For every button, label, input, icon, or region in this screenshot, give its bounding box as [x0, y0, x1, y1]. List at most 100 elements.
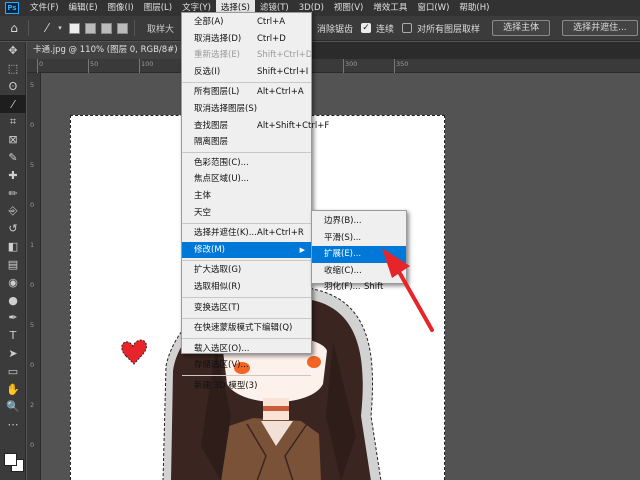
select-subject-button[interactable]: 选择主体 [492, 20, 551, 36]
ruler-horizontal[interactable]: 050100150200250300350 [27, 59, 640, 73]
heart-shape [121, 339, 147, 365]
neck-stripe [263, 406, 289, 411]
menu-bar: Ps 文件(F) 编辑(E) 图像(I) 图层(L) 文字(Y) 选择(S) 滤镜(T) 3D… [0, 0, 640, 16]
history-brush-icon[interactable]: ↺ [0, 220, 26, 238]
type-icon[interactable]: T [0, 327, 26, 345]
select-and-mask-button[interactable]: 选择并遮住... [562, 20, 638, 36]
dodge-icon[interactable]: ● [0, 291, 26, 309]
menu-option-label: 焦点区域(U)... [194, 174, 249, 185]
ruler-vertical[interactable]: 5050105020 [27, 73, 41, 480]
eraser-icon[interactable]: ◧ [0, 238, 26, 256]
sample-all-layers-checkbox[interactable] [402, 23, 413, 33]
ruler-label: 350 [396, 60, 409, 68]
eyedropper-icon[interactable]: ✎ [0, 149, 26, 167]
crop-icon[interactable]: ⌗ [0, 113, 26, 131]
zoom-icon[interactable]: 🔍 [0, 398, 26, 416]
menu-option-label: 扩展(E)... [324, 249, 362, 260]
menu-option[interactable]: 色彩范围(C)... [182, 155, 311, 172]
menu-option-label: 取消选择图层(S) [194, 103, 258, 114]
ruler-tick [394, 59, 395, 73]
menu-option[interactable]: 羽化(F)... Shift [312, 279, 406, 296]
menu-option-label: 扩大选取(G) [194, 265, 242, 276]
sample-size-label: 取样大 [147, 24, 175, 35]
healing-icon[interactable]: ✚ [0, 167, 26, 185]
brush-icon[interactable]: ✏ [0, 184, 26, 202]
color-swatches[interactable] [4, 447, 24, 475]
contiguous-checkbox[interactable]: ✓ [361, 23, 372, 33]
menu-separator [182, 297, 311, 298]
menu-option[interactable]: 变换选区(T) [182, 300, 311, 317]
menu-option: 重新选择(E) Shift+Ctrl+D [182, 47, 313, 64]
menu-item[interactable]: 帮助(H) [454, 0, 494, 16]
menu-item[interactable]: 窗口(W) [412, 0, 454, 16]
menu-option-label: 隔离图层 [194, 137, 229, 148]
menu-option[interactable]: 所有图层(L) Alt+Ctrl+A [182, 84, 311, 101]
select-menu: 全部(A) Ctrl+A 取消选择(D) Ctrl+D 重新选择(E) Shift+Ctr… [181, 12, 329, 391]
more-icon[interactable]: ⋯ [0, 416, 26, 434]
menu-option[interactable]: 主体 [182, 188, 311, 205]
new-selection-icon[interactable] [69, 22, 80, 34]
subtract-selection-icon[interactable] [101, 22, 112, 34]
chevron-down-icon[interactable]: ▾ [56, 20, 64, 36]
menu-separator [182, 338, 311, 340]
ruler-label: 0 [30, 281, 35, 289]
lasso-icon[interactable]: ʘ [0, 78, 26, 96]
path-select-icon[interactable]: ➤ [0, 345, 26, 363]
menu-option[interactable]: 反选(I) Shift+Ctrl+I [182, 64, 311, 81]
menu-option[interactable]: 修改(M) ▶ [182, 241, 311, 259]
photoshop-logo: Ps [5, 2, 19, 14]
menu-item[interactable]: 视图(V) [329, 0, 368, 16]
menu-option[interactable]: 新建 3D 模型(3) [182, 378, 311, 395]
home-icon[interactable]: ⌂ [6, 20, 22, 36]
menu-option-label: 收缩(C)... [324, 265, 362, 276]
menu-item[interactable]: 文件(F) [25, 0, 64, 16]
foreground-color[interactable] [4, 453, 17, 466]
menu-option[interactable]: 平滑(S)... [312, 230, 406, 247]
magic-wand-icon[interactable]: ⁄ [0, 95, 26, 114]
frame-icon[interactable]: ⊠ [0, 131, 26, 149]
menu-shortcut: Ctrl+A [257, 17, 286, 27]
menu-option[interactable]: 收缩(C)... [312, 263, 406, 280]
menu-shortcut: Shift+Ctrl+D [257, 50, 313, 61]
menu-option[interactable]: 载入选区(O)... [182, 341, 311, 358]
menu-option[interactable]: 查找图层 Alt+Shift+Ctrl+F [182, 118, 329, 135]
stamp-icon[interactable]: ⎆ [0, 202, 26, 220]
menu-option[interactable]: 边界(B)... [312, 213, 406, 230]
move-icon[interactable]: ✥ [0, 42, 26, 60]
add-selection-icon[interactable] [85, 22, 96, 34]
ruler-label: 0 [30, 441, 35, 449]
menu-option[interactable]: 天空 [182, 205, 311, 222]
menu-option[interactable]: 选取相似(R) [182, 279, 311, 296]
marquee-icon[interactable]: ⬚ [0, 60, 26, 78]
menu-option[interactable]: 在快速蒙版模式下编辑(Q) [182, 320, 311, 337]
tools-panel: ✥ ⬚ ʘ ⁄ ⌗ ⊠ ✎ ✚ ✏ ⎆ ↺ ◧ ▤ ◉ ● ✒ T ➤ ▭ ✋ 🔍 ⋯ [0, 42, 26, 480]
menu-option[interactable]: 焦点区域(U)... [182, 171, 311, 188]
ruler-tick [88, 59, 89, 73]
menu-option[interactable]: 取消选择图层(S) [182, 101, 311, 118]
menu-item[interactable]: 增效工具 [368, 0, 412, 16]
menu-shortcut: Ctrl+D [257, 33, 286, 44]
menu-option[interactable]: 扩展(E)... [312, 246, 406, 263]
menu-item[interactable]: 编辑(E) [64, 0, 103, 16]
ruler-label: 1 [30, 241, 35, 249]
menu-option[interactable]: 存储选区(V)... [182, 357, 311, 374]
gradient-icon[interactable]: ▤ [0, 256, 26, 274]
hand-icon[interactable]: ✋ [0, 380, 26, 398]
menu-separator [182, 222, 311, 224]
magic-wand-icon[interactable]: ⁄ [39, 20, 55, 36]
menu-option[interactable]: 选择并遮住(K)... Alt+Ctrl+R [182, 225, 311, 242]
menu-option[interactable]: 扩大选取(G) [182, 262, 311, 279]
menu-option[interactable]: 隔离图层 [182, 134, 311, 151]
shape-icon[interactable]: ▭ [0, 362, 26, 380]
menu-option[interactable]: 取消选择(D) Ctrl+D [182, 31, 311, 48]
menu-option-label: 边界(B)... [324, 216, 362, 226]
menu-item[interactable]: 图层(L) [139, 0, 177, 16]
menu-separator [182, 81, 311, 83]
anti-alias-label: 消除锯齿 [317, 24, 354, 35]
menu-shortcut: Alt+Ctrl+A [257, 87, 304, 98]
pen-icon[interactable]: ✒ [0, 309, 26, 327]
menu-option[interactable]: 全部(A) Ctrl+A [182, 14, 311, 31]
blur-icon[interactable]: ◉ [0, 273, 26, 291]
intersect-selection-icon[interactable] [117, 22, 128, 34]
menu-item[interactable]: 图像(I) [103, 0, 139, 16]
